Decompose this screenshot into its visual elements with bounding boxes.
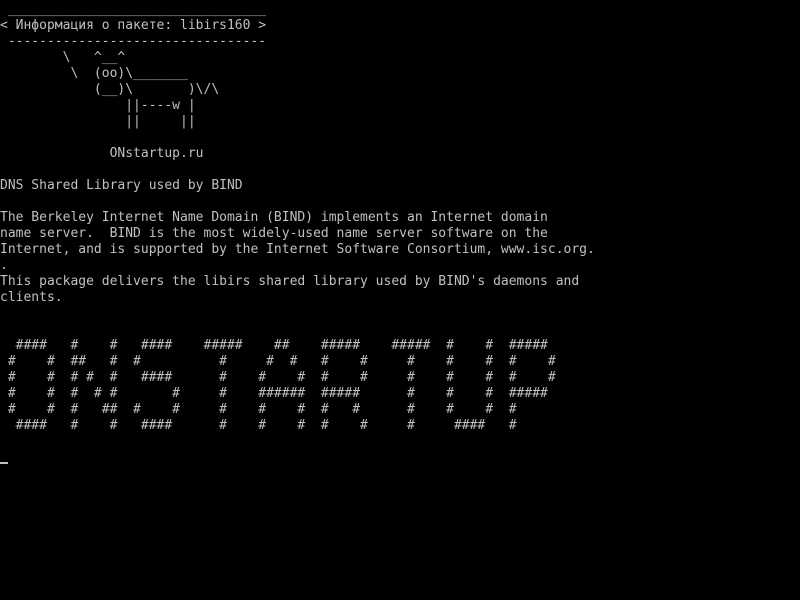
cow-ascii-line-4: ||----w |: [0, 98, 196, 113]
banner-ascii-line-6: #### # # #### # # # # # # #### #: [0, 418, 517, 433]
description-line: The Berkeley Internet Name Domain (BIND)…: [0, 210, 548, 225]
description-separator: .: [0, 258, 8, 273]
package-summary: DNS Shared Library used by BIND: [0, 178, 243, 193]
description-line: Internet, and is supported by the Intern…: [0, 242, 595, 257]
banner-ascii-line-4: # # # # # # # ###### ##### # # # #####: [0, 386, 548, 401]
cow-ascii-line-3: (__)\ )\/\: [0, 82, 220, 97]
description-line: name server. BIND is the most widely-use…: [0, 226, 548, 241]
speech-bubble-top-border: _________________________________: [0, 2, 267, 17]
description-line: clients.: [0, 290, 63, 305]
banner-ascii-line-2: # # ## # # # # # # # # # # # #: [0, 354, 556, 369]
banner-ascii-line-3: # # # # # #### # # # # # # # # # #: [0, 370, 556, 385]
banner-ascii-line-1: #### # # #### ##### ## ##### ##### # # #…: [0, 338, 548, 353]
banner-ascii-line-5: # # # ## # # # # # # # # # # #: [0, 402, 517, 417]
site-name: ONstartup.ru: [0, 146, 204, 161]
cow-ascii-line-1: \ ^__^: [0, 50, 126, 65]
description-line: This package delivers the libirs shared …: [0, 274, 580, 289]
text-cursor[interactable]: [0, 462, 8, 464]
cow-ascii-line-2: \ (oo)\_______: [0, 66, 188, 81]
package-info-title: < Информация о пакете: libirs160 >: [0, 18, 267, 33]
cow-ascii-line-5: || ||: [0, 114, 196, 129]
terminal-screen: _________________________________ < Инфо…: [0, 0, 800, 600]
speech-bubble-bottom-border: ---------------------------------: [0, 34, 267, 49]
